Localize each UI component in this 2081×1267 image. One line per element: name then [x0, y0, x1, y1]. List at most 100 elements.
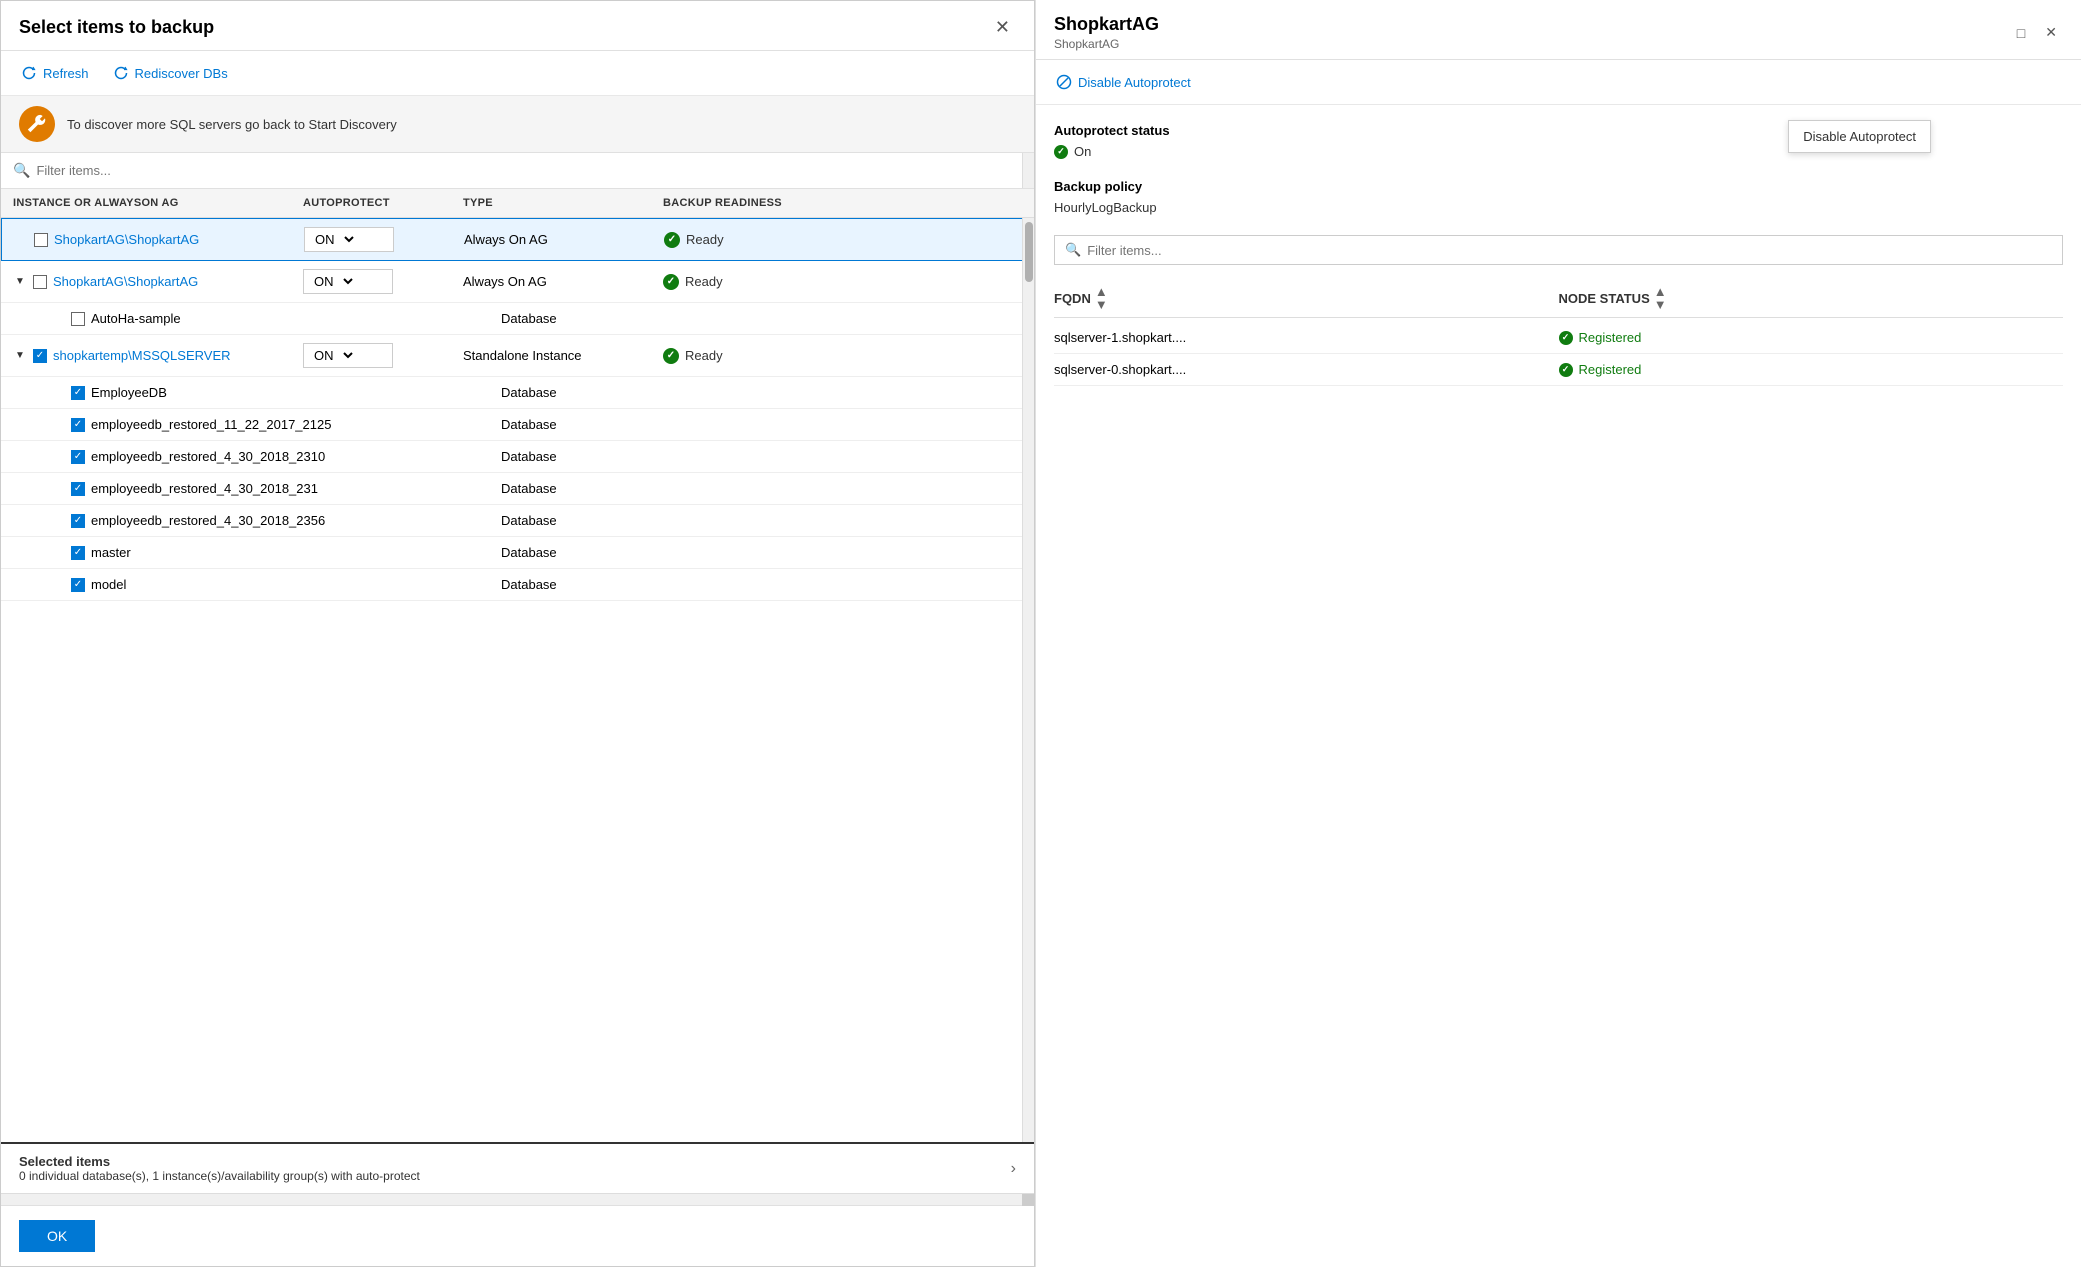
disable-autoprotect-button[interactable]: Disable Autoprotect: [1054, 70, 1193, 94]
filter-input[interactable]: [36, 161, 1022, 180]
status-cell-row4: Ready: [663, 348, 913, 364]
checkbox-row5[interactable]: [71, 386, 85, 400]
table-row: model Database: [1, 569, 1034, 601]
node-status-1: Registered: [1559, 330, 2064, 345]
chevron-right-icon[interactable]: ›: [1011, 1160, 1016, 1178]
backup-policy-value: HourlyLogBackup: [1054, 200, 2063, 215]
right-panel: ShopkartAG ShopkartAG □ ✕ Disable Autopr…: [1035, 0, 2081, 1267]
checkbox-row6[interactable]: [71, 418, 85, 432]
checkbox-row8[interactable]: [71, 482, 85, 496]
checkbox-row3[interactable]: [71, 312, 85, 326]
node-status-text-1: Registered: [1579, 330, 1642, 345]
checkbox-row1[interactable]: [34, 233, 48, 247]
checkbox-row4[interactable]: [33, 349, 47, 363]
autoprotect-select-row2[interactable]: ON OFF: [310, 273, 356, 290]
autoprotect-select-row1[interactable]: ON OFF: [311, 231, 357, 248]
node-fqdn-2: sqlserver-0.shopkart....: [1054, 362, 1559, 377]
instance-link-row1[interactable]: ShopkartAG\ShopkartAG: [54, 232, 199, 247]
node-status-text-2: Registered: [1579, 362, 1642, 377]
minimize-button[interactable]: □: [2011, 22, 2031, 43]
table-row: ▼ ShopkartAG\ShopkartAG ON OFF Always On…: [1, 261, 1034, 303]
instance-name-row3: AutoHa-sample: [91, 311, 181, 326]
autoprotect-dropdown-row2[interactable]: ON OFF: [303, 269, 393, 294]
rediscover-label: Rediscover DBs: [135, 66, 228, 81]
type-cell-row4: Standalone Instance: [463, 348, 663, 363]
instance-name-row5: EmployeeDB: [91, 385, 167, 400]
status-cell-row1: Ready: [664, 232, 914, 248]
table-row: employeedb_restored_11_22_2017_2125 Data…: [1, 409, 1034, 441]
type-cell-row5: Database: [501, 385, 701, 400]
info-text: To discover more SQL servers go back to …: [67, 117, 397, 132]
right-panel-subtitle: ShopkartAG: [1054, 37, 1159, 51]
type-cell-row1: Always On AG: [464, 232, 664, 247]
type-cell-row11: Database: [501, 577, 701, 592]
checkbox-row2[interactable]: [33, 275, 47, 289]
horizontal-scrollbar[interactable]: [1, 1193, 1034, 1205]
cell-instance: ▼ shopkartemp\MSSQLSERVER: [13, 348, 303, 363]
status-cell-row2: Ready: [663, 274, 913, 290]
instance-name-row8: employeedb_restored_4_30_2018_231: [91, 481, 318, 496]
maximize-button[interactable]: ✕: [2039, 22, 2063, 43]
cell-instance: employeedb_restored_4_30_2018_231: [51, 481, 341, 496]
table-scrollbar[interactable]: [1022, 218, 1034, 1142]
ok-button[interactable]: OK: [19, 1220, 95, 1252]
type-cell-row8: Database: [501, 481, 701, 496]
instance-name-row7: employeedb_restored_4_30_2018_2310: [91, 449, 325, 464]
refresh-button[interactable]: Refresh: [19, 61, 91, 85]
type-cell-row7: Database: [501, 449, 701, 464]
cell-instance: ▼ ShopkartAG\ShopkartAG: [13, 274, 303, 289]
node-status-2: Registered: [1559, 362, 2064, 377]
autoprotect-select-row4[interactable]: ON OFF: [310, 347, 356, 364]
col-header-instance: INSTANCE OR ALWAYSON AG: [13, 197, 303, 209]
rediscover-button[interactable]: Rediscover DBs: [111, 61, 230, 85]
scrollbar[interactable]: [1022, 153, 1034, 188]
node-status-icon-1: [1559, 331, 1573, 345]
status-icon-row1: [664, 232, 680, 248]
footer-bar: Selected items 0 individual database(s),…: [1, 1142, 1034, 1193]
table-row: ▼ shopkartemp\MSSQLSERVER ON OFF Standal…: [1, 335, 1034, 377]
table-row: ShopkartAG\ShopkartAG ON OFF Always On A…: [1, 218, 1034, 261]
instance-name-row10: master: [91, 545, 131, 560]
cell-instance: ShopkartAG\ShopkartAG: [14, 232, 304, 247]
checkbox-row9[interactable]: [71, 514, 85, 528]
expand-toggle-row2[interactable]: ▼: [13, 276, 27, 287]
backup-policy-label: Backup policy: [1054, 179, 2063, 194]
right-filter-input[interactable]: [1087, 243, 2052, 258]
instance-link-row4[interactable]: shopkartemp\MSSQLSERVER: [53, 348, 231, 363]
table-header: INSTANCE OR ALWAYSON AG AUTOPROTECT TYPE…: [1, 189, 1034, 218]
checkbox-row11[interactable]: [71, 578, 85, 592]
instance-name-row9: employeedb_restored_4_30_2018_2356: [91, 513, 325, 528]
table-row: EmployeeDB Database: [1, 377, 1034, 409]
info-bar: To discover more SQL servers go back to …: [1, 96, 1034, 153]
cell-instance: employeedb_restored_11_22_2017_2125: [51, 417, 341, 432]
autoprotect-dropdown-row4[interactable]: ON OFF: [303, 343, 393, 368]
node-row: sqlserver-0.shopkart.... Registered: [1054, 354, 2063, 386]
node-status-icon-2: [1559, 363, 1573, 377]
instance-link-row2[interactable]: ShopkartAG\ShopkartAG: [53, 274, 198, 289]
left-panel: Select items to backup ✕ Refresh Redisco…: [0, 0, 1035, 1267]
autoprotect-dropdown-row1[interactable]: ON OFF: [304, 227, 394, 252]
right-toolbar: Disable Autoprotect: [1036, 60, 2081, 105]
node-col-fqdn: FQDN ▲ ▼: [1054, 285, 1559, 311]
dropdown-cell-row1: ON OFF: [304, 227, 464, 252]
info-icon: [19, 106, 55, 142]
disable-btn-label: Disable Autoprotect: [1078, 75, 1191, 90]
filter-bar: 🔍: [1, 153, 1034, 189]
status-icon-row2: [663, 274, 679, 290]
close-button[interactable]: ✕: [989, 15, 1016, 40]
right-content: Autoprotect status On Backup policy Hour…: [1036, 105, 2081, 1267]
checkbox-row10[interactable]: [71, 546, 85, 560]
table-row: employeedb_restored_4_30_2018_231 Databa…: [1, 473, 1034, 505]
autoprotect-status-text: On: [1074, 144, 1091, 159]
type-cell-row9: Database: [501, 513, 701, 528]
refresh-icon: [21, 65, 37, 81]
table-row: master Database: [1, 537, 1034, 569]
window-controls: □ ✕: [2011, 22, 2063, 43]
sort-arrows-status[interactable]: ▲ ▼: [1654, 285, 1667, 311]
dropdown-cell-row2: ON OFF: [303, 269, 463, 294]
status-icon-row4: [663, 348, 679, 364]
expand-toggle-row4[interactable]: ▼: [13, 350, 27, 361]
right-header: ShopkartAG ShopkartAG □ ✕: [1036, 0, 2081, 60]
sort-arrows-fqdn[interactable]: ▲ ▼: [1095, 285, 1108, 311]
checkbox-row7[interactable]: [71, 450, 85, 464]
